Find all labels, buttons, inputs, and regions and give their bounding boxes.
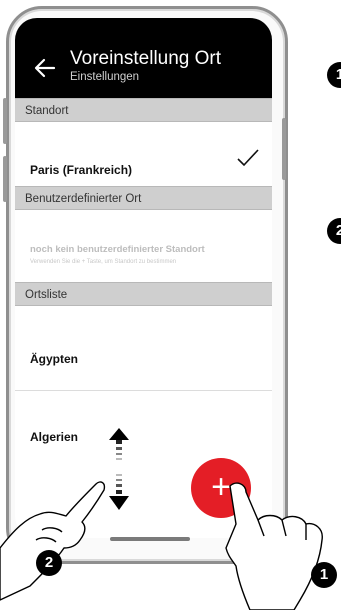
standort-row[interactable]: Paris (Frankreich) — [15, 122, 272, 186]
list-item-label: Ägypten — [30, 352, 78, 366]
step-badge-1: 1 — [327, 62, 341, 88]
list-item[interactable]: Ägypten — [15, 306, 272, 390]
section-header-custom: Benutzerdefinierter Ort — [15, 186, 272, 210]
custom-location-row: noch kein benutzerdefinierter Standort V… — [15, 210, 272, 282]
phone-side-button — [3, 156, 7, 202]
phone-side-button — [282, 118, 286, 180]
add-location-button[interactable]: + — [191, 458, 251, 518]
step-badge-2: 2 — [36, 550, 62, 576]
custom-location-empty-title: noch kein benutzerdefinierter Standort — [30, 244, 205, 255]
section-header-standort: Standort — [15, 98, 272, 122]
list-item-label: Algerien — [30, 430, 79, 444]
page-subtitle: Einstellungen — [70, 71, 140, 83]
checkmark-icon — [237, 149, 259, 167]
app-screen: Voreinstellung Ort Einstellungen Standor… — [15, 18, 272, 538]
step-badge-1: 1 — [311, 562, 337, 588]
plus-icon: + — [211, 468, 231, 506]
back-arrow-icon[interactable] — [33, 56, 57, 80]
phone-side-button — [3, 98, 7, 144]
standort-value: Paris (Frankreich) — [30, 163, 133, 177]
custom-location-hint: Verwenden Sie die + Taste, um Standort z… — [30, 259, 177, 265]
home-indicator — [110, 537, 190, 541]
step-badge-2: 2 — [327, 218, 341, 244]
section-header-list: Ortsliste — [15, 282, 272, 306]
app-header: Voreinstellung Ort Einstellungen — [15, 18, 272, 98]
page-title: Voreinstellung Ort — [70, 48, 222, 69]
